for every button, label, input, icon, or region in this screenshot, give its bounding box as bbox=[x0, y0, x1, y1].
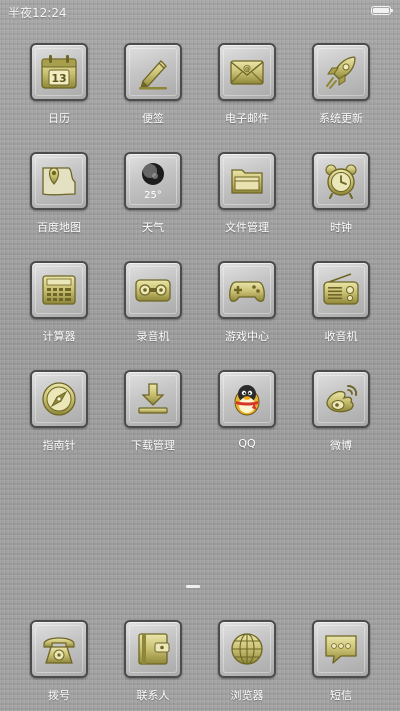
alarm-clock-icon bbox=[325, 164, 357, 199]
qq-penguin-icon bbox=[234, 385, 260, 416]
calculator-icon bbox=[42, 275, 76, 305]
radio-tile bbox=[312, 261, 370, 319]
browser-tile bbox=[218, 620, 276, 678]
weibo-tile bbox=[312, 370, 370, 428]
app-label: 录音机 bbox=[136, 330, 170, 343]
status-bar: 半夜12:24 bbox=[0, 0, 400, 22]
calendar-tile: 13 bbox=[30, 43, 88, 101]
page-indicator[interactable] bbox=[186, 585, 200, 588]
contacts-tile bbox=[124, 620, 182, 678]
app-calculator[interactable]: 计算器 bbox=[19, 261, 99, 344]
cassette-icon bbox=[135, 279, 171, 302]
messages-tile bbox=[312, 620, 370, 678]
app-label: 天气 bbox=[142, 221, 164, 234]
app-weibo[interactable]: 微博 bbox=[301, 370, 381, 453]
map-pin-icon bbox=[42, 167, 76, 196]
app-calendar[interactable]: 13 日历 bbox=[19, 43, 99, 126]
app-label: 拨号 bbox=[48, 689, 70, 702]
email-tile: @ bbox=[218, 43, 276, 101]
app-email[interactable]: @ 电子邮件 bbox=[207, 43, 287, 126]
gamepad-icon bbox=[229, 281, 265, 302]
dock-contacts[interactable]: 联系人 bbox=[113, 620, 193, 703]
app-game-center[interactable]: 游戏中心 bbox=[207, 261, 287, 344]
app-radio[interactable]: 收音机 bbox=[301, 261, 381, 344]
note-pencil-icon bbox=[139, 60, 167, 90]
folder-icon bbox=[231, 169, 263, 194]
moon-weather-icon: 25° bbox=[142, 163, 164, 201]
dock-phone[interactable]: 拨号 bbox=[19, 620, 99, 703]
app-label: 微博 bbox=[330, 439, 352, 452]
calendar-icon: 13 bbox=[41, 55, 77, 89]
recorder-tile bbox=[124, 261, 182, 319]
envelope-icon: @ bbox=[230, 60, 264, 85]
contacts-book-icon bbox=[138, 633, 170, 665]
app-weather[interactable]: 25° 天气 bbox=[113, 152, 193, 235]
baidu-map-tile bbox=[30, 152, 88, 210]
app-label: 指南针 bbox=[42, 439, 76, 452]
app-download-manager[interactable]: 下载管理 bbox=[113, 370, 193, 453]
app-label: 游戏中心 bbox=[225, 330, 269, 343]
app-label: 收音机 bbox=[324, 330, 358, 343]
svg-text:@: @ bbox=[243, 64, 251, 73]
battery-icon bbox=[371, 6, 393, 15]
app-system-update[interactable]: 系统更新 bbox=[301, 43, 381, 126]
app-label: 便签 bbox=[142, 112, 164, 125]
compass-tile bbox=[30, 370, 88, 428]
qq-tile bbox=[218, 370, 276, 428]
radio-icon bbox=[323, 273, 359, 305]
clock-tile bbox=[312, 152, 370, 210]
app-recorder[interactable]: 录音机 bbox=[113, 261, 193, 344]
game-center-tile bbox=[218, 261, 276, 319]
app-label: 浏览器 bbox=[230, 689, 264, 702]
app-qq[interactable]: QQ bbox=[207, 370, 287, 450]
file-manager-tile bbox=[218, 152, 276, 210]
app-label: 下载管理 bbox=[131, 439, 175, 452]
temperature-text: 25° bbox=[144, 190, 162, 201]
app-label: 联系人 bbox=[136, 689, 170, 702]
app-compass[interactable]: 指南针 bbox=[19, 370, 99, 453]
dock-messages[interactable]: 短信 bbox=[301, 620, 381, 703]
app-baidu-map[interactable]: 百度地图 bbox=[19, 152, 99, 235]
compass-icon bbox=[42, 382, 76, 416]
app-label: 电子邮件 bbox=[225, 112, 269, 125]
app-file-manager[interactable]: 文件管理 bbox=[207, 152, 287, 235]
calendar-date: 13 bbox=[51, 72, 66, 85]
telephone-icon bbox=[43, 637, 75, 664]
app-label: 文件管理 bbox=[225, 221, 269, 234]
battery-level bbox=[373, 8, 389, 13]
system-update-tile bbox=[312, 43, 370, 101]
message-bubble-icon bbox=[325, 635, 357, 664]
app-clock[interactable]: 时钟 bbox=[301, 152, 381, 235]
app-label: QQ bbox=[238, 437, 256, 450]
calculator-tile bbox=[30, 261, 88, 319]
app-label: 系统更新 bbox=[319, 112, 363, 125]
notes-tile bbox=[124, 43, 182, 101]
app-label: 时钟 bbox=[330, 221, 352, 234]
phone-tile bbox=[30, 620, 88, 678]
app-label: 百度地图 bbox=[37, 221, 81, 234]
app-label: 计算器 bbox=[42, 330, 76, 343]
app-notes[interactable]: 便签 bbox=[113, 43, 193, 126]
rocket-icon bbox=[326, 56, 356, 89]
weibo-icon bbox=[326, 385, 358, 413]
weather-tile: 25° bbox=[124, 152, 182, 210]
app-label: 日历 bbox=[48, 112, 70, 125]
globe-icon bbox=[231, 633, 263, 665]
status-time: 半夜12:24 bbox=[8, 6, 67, 20]
app-label: 短信 bbox=[330, 689, 352, 702]
download-icon bbox=[138, 383, 168, 414]
dock-browser[interactable]: 浏览器 bbox=[207, 620, 287, 703]
download-manager-tile bbox=[124, 370, 182, 428]
